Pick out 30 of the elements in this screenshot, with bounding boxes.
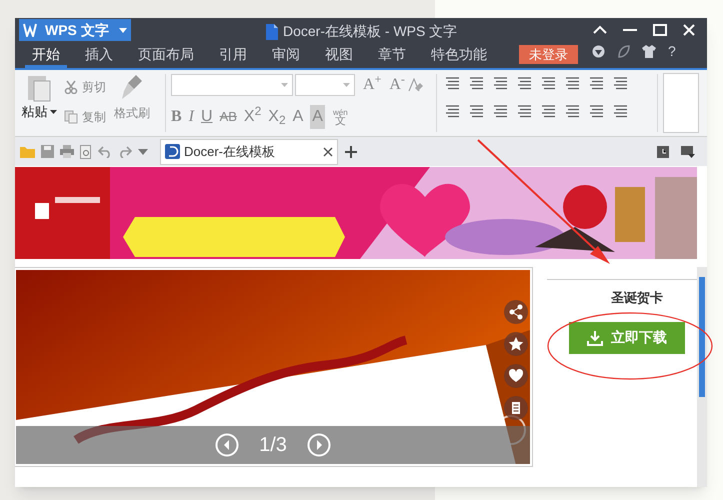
menu-tab[interactable]: 视图 xyxy=(318,44,360,68)
menu-tab[interactable]: 页面布局 xyxy=(131,44,201,68)
format-button[interactable]: X$_{2}$ xyxy=(268,105,286,129)
download-button[interactable]: 立即下载 xyxy=(569,322,685,354)
bold-button[interactable]: B xyxy=(171,105,182,129)
document-tab[interactable]: Docer-在线模板 xyxy=(160,138,338,164)
menu-tab[interactable]: 审阅 xyxy=(265,44,307,68)
phonetic-guide-button[interactable]: wén 文 xyxy=(332,108,348,126)
menu-tab[interactable]: 特色功能 xyxy=(424,44,494,68)
font-size-step-button[interactable]: A$^{-}$ xyxy=(389,73,405,97)
cut-button[interactable]: 剪切 xyxy=(82,78,106,96)
underline-button[interactable]: U xyxy=(201,105,213,129)
strikethrough-button[interactable]: AB xyxy=(220,107,237,127)
paste-button[interactable]: 粘贴 xyxy=(22,102,48,122)
login-button[interactable]: 未登录 xyxy=(519,45,578,64)
help-button[interactable]: ? xyxy=(668,41,676,62)
window-title: Docer-在线模板 - WPS 文字 xyxy=(283,22,458,41)
character-shading-button[interactable]: A xyxy=(310,105,325,129)
menu-tab[interactable]: 章节 xyxy=(371,44,413,68)
menu-tab[interactable]: 插入 xyxy=(78,44,120,68)
italic-button[interactable]: I xyxy=(188,105,194,129)
format-painter-button[interactable]: 格式刷 xyxy=(114,104,150,122)
font-size-step-button[interactable]: A$^{+}$ xyxy=(363,73,382,97)
format-button[interactable]: A xyxy=(292,105,304,129)
page-counter: 1/3 xyxy=(259,433,287,458)
template-title: 圣诞贺卡 xyxy=(611,289,663,307)
menu-tab[interactable]: 引用 xyxy=(212,44,254,68)
copy-button[interactable]: 复制 xyxy=(82,108,106,126)
app-menu-button[interactable]: WPS 文字 xyxy=(19,19,131,41)
format-button[interactable]: X$^{2}$ xyxy=(244,105,262,129)
